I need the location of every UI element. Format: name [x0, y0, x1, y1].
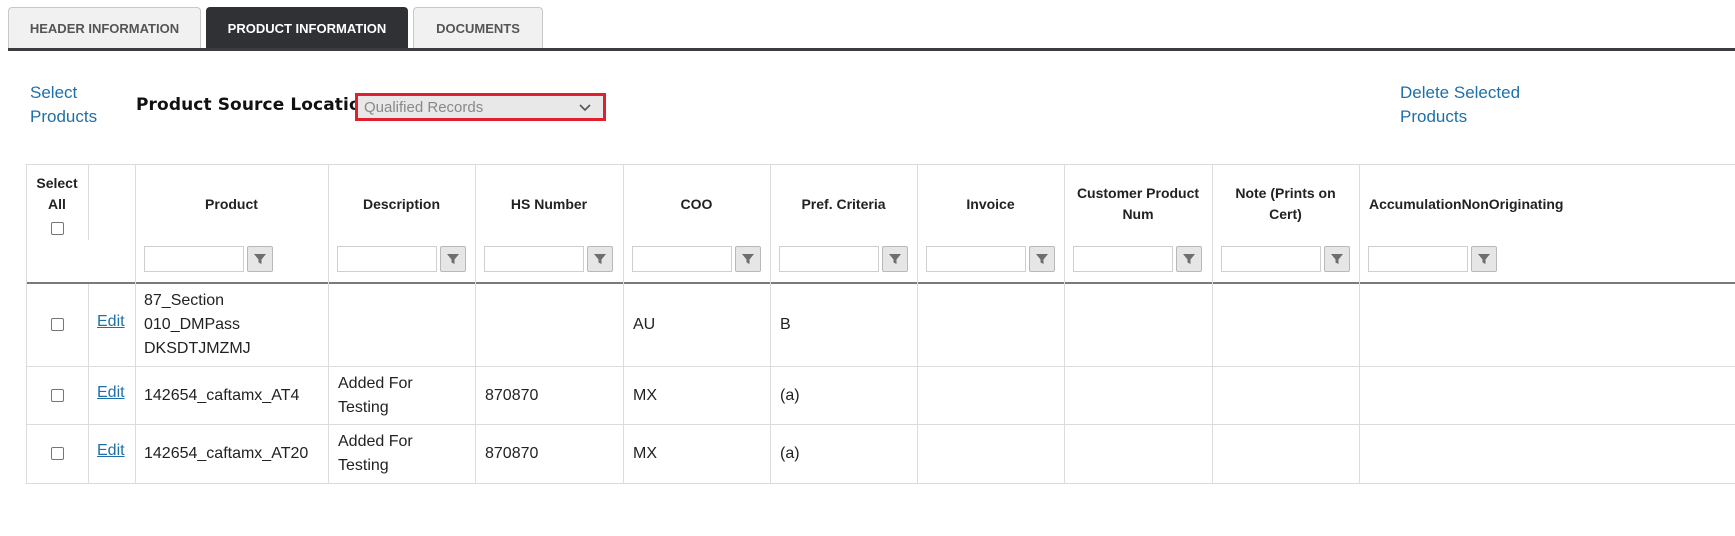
invoice-filter-input[interactable]: [926, 246, 1026, 272]
accumulation-filter-button[interactable]: [1471, 246, 1497, 272]
column-header-hs-number: HS Number: [510, 195, 588, 212]
description-cell: Added For Testing: [338, 433, 413, 474]
hs-number-filter-input[interactable]: [484, 246, 584, 272]
coo-cell: AU: [633, 316, 656, 333]
note-filter-input[interactable]: [1221, 246, 1321, 272]
edit-link[interactable]: Edit: [97, 313, 125, 331]
accumulation-filter-input[interactable]: [1368, 246, 1468, 272]
customer-product-num-filter-button[interactable]: [1176, 246, 1202, 272]
product-filter-button[interactable]: [247, 246, 273, 272]
description-filter-input[interactable]: [337, 246, 437, 272]
filter-icon: [1331, 254, 1343, 264]
column-header-note: Note (Prints on Cert): [1235, 185, 1336, 222]
select-all-label: Select All: [36, 175, 78, 212]
filter-icon: [1478, 254, 1490, 264]
chevron-down-icon: [579, 104, 591, 112]
coo-cell: MX: [633, 445, 657, 462]
pref-criteria-cell: (a): [780, 387, 800, 404]
column-header-customer-product-num: Customer Product Num: [1076, 185, 1200, 222]
filter-icon: [742, 254, 754, 264]
column-header-accumulation-non-originating: AccumulationNonOriginating: [1369, 195, 1564, 212]
description-filter-button[interactable]: [440, 246, 466, 272]
note-filter-button[interactable]: [1324, 246, 1350, 272]
pref-criteria-cell: (a): [780, 445, 800, 462]
row-checkbox[interactable]: [51, 389, 64, 402]
tab-header-information[interactable]: HEADER INFORMATION: [8, 7, 201, 48]
product-cell: 142654_caftamx_AT20: [144, 445, 309, 462]
column-header-pref-criteria: Pref. Criteria: [801, 195, 886, 212]
filter-icon: [1183, 254, 1195, 264]
pref-criteria-filter-button[interactable]: [882, 246, 908, 272]
hs-number-filter-button[interactable]: [587, 246, 613, 272]
coo-cell: MX: [633, 387, 657, 404]
select-products-link[interactable]: Select Products: [30, 81, 110, 129]
select-all-checkbox[interactable]: [51, 222, 64, 235]
row-checkbox[interactable]: [51, 447, 64, 460]
product-source-location-value: Qualified Records: [364, 99, 484, 116]
column-header-product: Product: [205, 195, 258, 212]
row-checkbox[interactable]: [51, 318, 64, 331]
tab-documents[interactable]: DOCUMENTS: [413, 7, 543, 48]
column-header-invoice: Invoice: [966, 195, 1015, 212]
product-source-location-label: Product Source Location: [136, 95, 373, 115]
filter-icon: [594, 254, 606, 264]
products-table: Select All Product Description HS Number…: [26, 164, 1735, 485]
coo-filter-input[interactable]: [632, 246, 732, 272]
filter-icon: [447, 254, 459, 264]
invoice-filter-button[interactable]: [1029, 246, 1055, 272]
hs-number-cell: 870870: [485, 445, 539, 462]
filter-icon: [889, 254, 901, 264]
edit-link[interactable]: Edit: [97, 442, 125, 460]
tab-divider: [8, 48, 1735, 51]
column-header-description: Description: [362, 195, 440, 212]
column-header-coo: COO: [680, 195, 713, 212]
tab-bar: HEADER INFORMATION PRODUCT INFORMATION D…: [8, 7, 543, 48]
hs-number-cell: 870870: [485, 387, 539, 404]
product-source-location-select[interactable]: Qualified Records: [355, 93, 606, 121]
edit-link[interactable]: Edit: [97, 384, 125, 402]
filter-icon: [254, 254, 266, 264]
pref-criteria-filter-input[interactable]: [779, 246, 879, 272]
description-cell: Added For Testing: [338, 375, 413, 416]
pref-criteria-cell: B: [780, 316, 791, 333]
product-cell: 87_Section 010_DMPass DKSDTJMZMJ: [144, 292, 251, 357]
product-cell: 142654_caftamx_AT4: [144, 387, 300, 404]
delete-selected-products-link[interactable]: Delete Selected Products: [1400, 81, 1540, 129]
customer-product-num-filter-input[interactable]: [1073, 246, 1173, 272]
filter-icon: [1036, 254, 1048, 264]
product-filter-input[interactable]: [144, 246, 244, 272]
coo-filter-button[interactable]: [735, 246, 761, 272]
tab-product-information[interactable]: PRODUCT INFORMATION: [206, 7, 408, 48]
